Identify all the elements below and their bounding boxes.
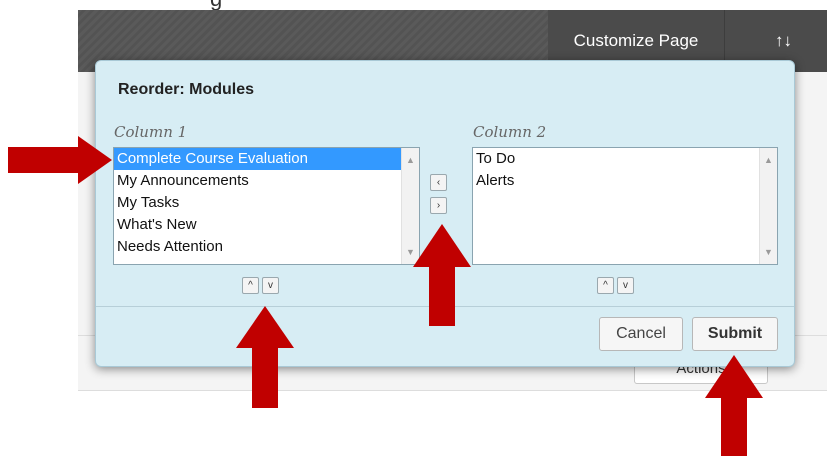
arrow-right-icon (8, 136, 112, 184)
arrow-up-icon (705, 355, 763, 456)
annotation-arrows (8, 136, 763, 456)
arrow-up-icon (413, 224, 471, 326)
arrow-up-icon (236, 306, 294, 408)
